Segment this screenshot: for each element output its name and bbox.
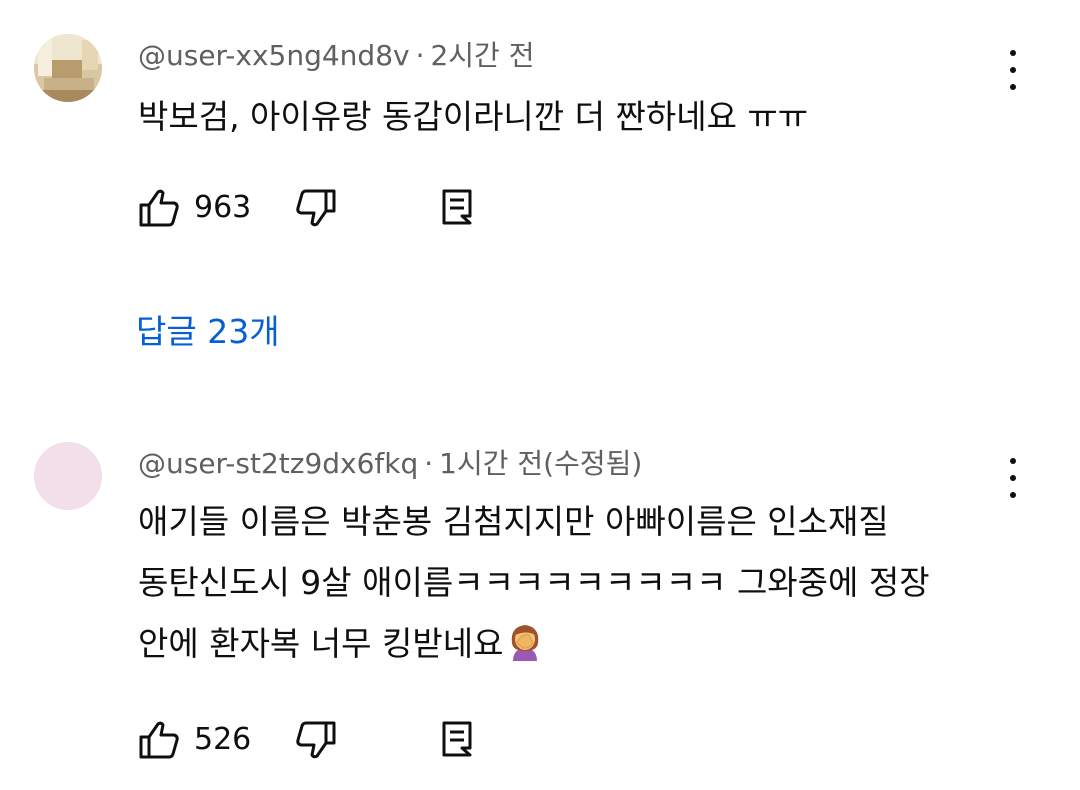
comment-line: 동탄신도시 9살 애이름ㅋㅋㅋㅋㅋㅋㅋㅋㅋ 그와중에 정장	[138, 552, 930, 613]
comment-line: 박보검, 아이유랑 동갑이라니깐 더 짠하네요 ㅠㅠ	[138, 97, 809, 136]
comments-page: @user-xx5ng4nd8v · 2시간 전 박보검, 아이유랑 동갑이라니깐 …	[0, 0, 1080, 790]
comment-line: 애기들 이름은 박춘봉 김첨지지만 아빠이름은 인소재질	[138, 502, 889, 541]
kebab-dot	[1010, 492, 1016, 498]
comment-meta: @user-st2tz9dx6fkq · 1시간 전(수정됨)	[138, 446, 642, 482]
more-options-button[interactable]	[998, 50, 1028, 90]
comment-text: 애기들 이름은 박춘봉 김첨지지만 아빠이름은 인소재질 동탄신도시 9살 애이…	[138, 491, 930, 680]
replies-link[interactable]: 답글 23개	[136, 310, 280, 354]
dislike-button[interactable]	[295, 188, 337, 228]
kebab-dot	[1010, 67, 1016, 73]
kebab-dot	[1010, 50, 1016, 56]
room-photo-avatar-icon	[34, 34, 102, 102]
thumbs-up-icon	[139, 721, 179, 759]
comment-meta: @user-xx5ng4nd8v · 2시간 전	[138, 38, 534, 74]
like-count: 963	[194, 190, 252, 225]
thumbs-up-icon	[139, 189, 179, 227]
face-palm-emoji-icon	[507, 619, 543, 680]
thumbs-down-icon	[296, 721, 336, 759]
avatar[interactable]	[34, 442, 102, 510]
meta-separator: ·	[415, 39, 425, 72]
avatar[interactable]	[34, 34, 102, 102]
more-options-button[interactable]	[998, 458, 1028, 498]
username[interactable]: @user-st2tz9dx6fkq	[138, 447, 418, 480]
timestamp[interactable]: 1시간 전(수정됨)	[439, 447, 642, 480]
reply-button[interactable]	[440, 720, 474, 758]
username[interactable]: @user-xx5ng4nd8v	[138, 39, 410, 72]
kebab-dot	[1010, 84, 1016, 90]
like-button[interactable]: 963	[138, 188, 251, 228]
like-count: 526	[194, 722, 252, 757]
comment-line-text: 안에 환자복 너무 킹받네요	[138, 624, 504, 663]
reply-button[interactable]	[440, 188, 474, 226]
pink-circle-avatar-icon	[34, 442, 102, 510]
thumbs-down-icon	[296, 189, 336, 227]
comment-line-text: 동탄신도시 9살 애이름ㅋㅋㅋㅋㅋㅋㅋㅋㅋ 그와중에 정장	[138, 563, 930, 602]
comment-icon	[442, 189, 472, 225]
dislike-button[interactable]	[295, 720, 337, 760]
like-button[interactable]: 526	[138, 720, 251, 760]
timestamp[interactable]: 2시간 전	[430, 39, 534, 72]
kebab-dot	[1010, 475, 1016, 481]
kebab-dot	[1010, 458, 1016, 464]
comment-icon	[442, 721, 472, 757]
meta-separator: ·	[424, 447, 434, 480]
comment-text: 박보검, 아이유랑 동갑이라니깐 더 짠하네요 ㅠㅠ	[138, 86, 808, 147]
comment-line: 안에 환자복 너무 킹받네요	[138, 613, 930, 680]
